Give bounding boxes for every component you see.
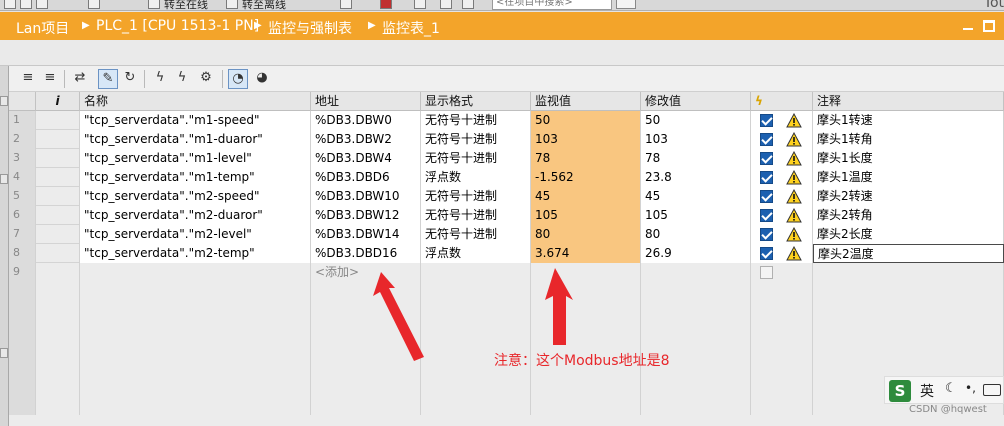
sogou-logo-icon[interactable]: S xyxy=(889,380,911,402)
arrow-to-monitor-value xyxy=(545,268,573,345)
ime-toolbar[interactable]: S 英 ☾ •, xyxy=(884,376,1004,404)
watermark: CSDN @hqwest xyxy=(909,404,987,415)
keyboard-icon[interactable] xyxy=(983,384,1001,396)
annotation-note: 注意：这个Modbus地址是8 xyxy=(494,353,670,369)
arrow-to-address xyxy=(373,272,424,361)
punctuation-icon[interactable]: •, xyxy=(965,381,976,395)
ime-language[interactable]: 英 xyxy=(920,381,934,401)
half-width-moon-icon[interactable]: ☾ xyxy=(945,381,957,396)
